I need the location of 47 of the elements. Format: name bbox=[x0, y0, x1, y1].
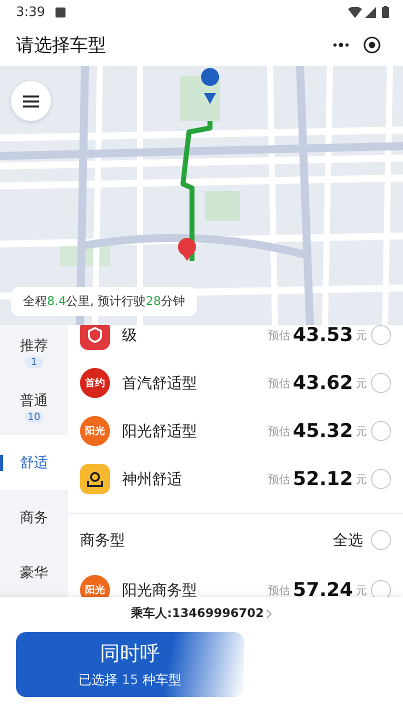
price: 52.12 bbox=[292, 468, 353, 490]
car-type-name: 首汽舒适型 bbox=[122, 374, 198, 392]
category-tab[interactable]: 推荐 1 bbox=[0, 325, 68, 380]
menu-icon bbox=[23, 94, 39, 108]
page-title: 请选择车型 bbox=[16, 34, 107, 57]
estimate-label: 预估 bbox=[268, 582, 290, 597]
category-tab[interactable]: 舒适 bbox=[0, 435, 68, 490]
car-type-name: 阳光商务型 bbox=[122, 580, 198, 597]
currency-unit: 元 bbox=[356, 424, 367, 438]
route-summary: 全程8.4公里, 预计行驶28分钟 bbox=[11, 287, 198, 316]
radio-button[interactable] bbox=[371, 325, 391, 345]
currency-unit: 元 bbox=[356, 582, 367, 597]
call-button[interactable]: 同时呼 已选择 15 种车型 bbox=[16, 632, 244, 697]
estimate-label: 预估 bbox=[268, 328, 290, 342]
brand-logo: 首约 bbox=[80, 368, 110, 398]
car-type-name: 阳光舒适型 bbox=[122, 422, 198, 440]
radio-button[interactable] bbox=[371, 421, 391, 441]
estimate-label: 预估 bbox=[268, 376, 290, 390]
price: 43.62 bbox=[292, 372, 353, 394]
more-icon[interactable] bbox=[333, 42, 349, 48]
status-time: 3:39 bbox=[16, 4, 46, 20]
category-tab[interactable]: 商务 bbox=[0, 490, 68, 545]
currency-unit: 元 bbox=[356, 376, 367, 390]
notification-icon bbox=[55, 6, 66, 18]
passenger-link[interactable]: 乘车人:13469996702 bbox=[131, 605, 272, 622]
car-type-name: 神州舒适 bbox=[122, 470, 183, 488]
category-tab[interactable]: 普通 10 bbox=[0, 380, 68, 435]
battery-icon bbox=[382, 6, 389, 18]
chevron-icon bbox=[266, 608, 272, 618]
radio-button[interactable] bbox=[371, 373, 391, 393]
car-type-name: 级 bbox=[122, 326, 138, 344]
estimate-label: 预估 bbox=[268, 472, 290, 486]
currency-unit: 元 bbox=[356, 472, 367, 486]
section-title: 商务型 bbox=[80, 530, 126, 550]
select-all-label: 全选 bbox=[333, 530, 363, 550]
radio-button[interactable] bbox=[371, 469, 391, 489]
brand-logo: 阳光 bbox=[80, 416, 110, 446]
category-tab[interactable]: 豪华 bbox=[0, 545, 68, 597]
price: 45.32 bbox=[292, 420, 353, 442]
estimate-label: 预估 bbox=[268, 424, 290, 438]
price: 57.24 bbox=[292, 579, 353, 597]
price: 43.53 bbox=[292, 325, 353, 346]
brand-logo: 阳光 bbox=[80, 575, 110, 597]
radio-button[interactable] bbox=[371, 530, 391, 550]
currency-unit: 元 bbox=[356, 328, 367, 342]
signal-icon bbox=[365, 6, 376, 18]
wifi-icon bbox=[348, 6, 362, 18]
